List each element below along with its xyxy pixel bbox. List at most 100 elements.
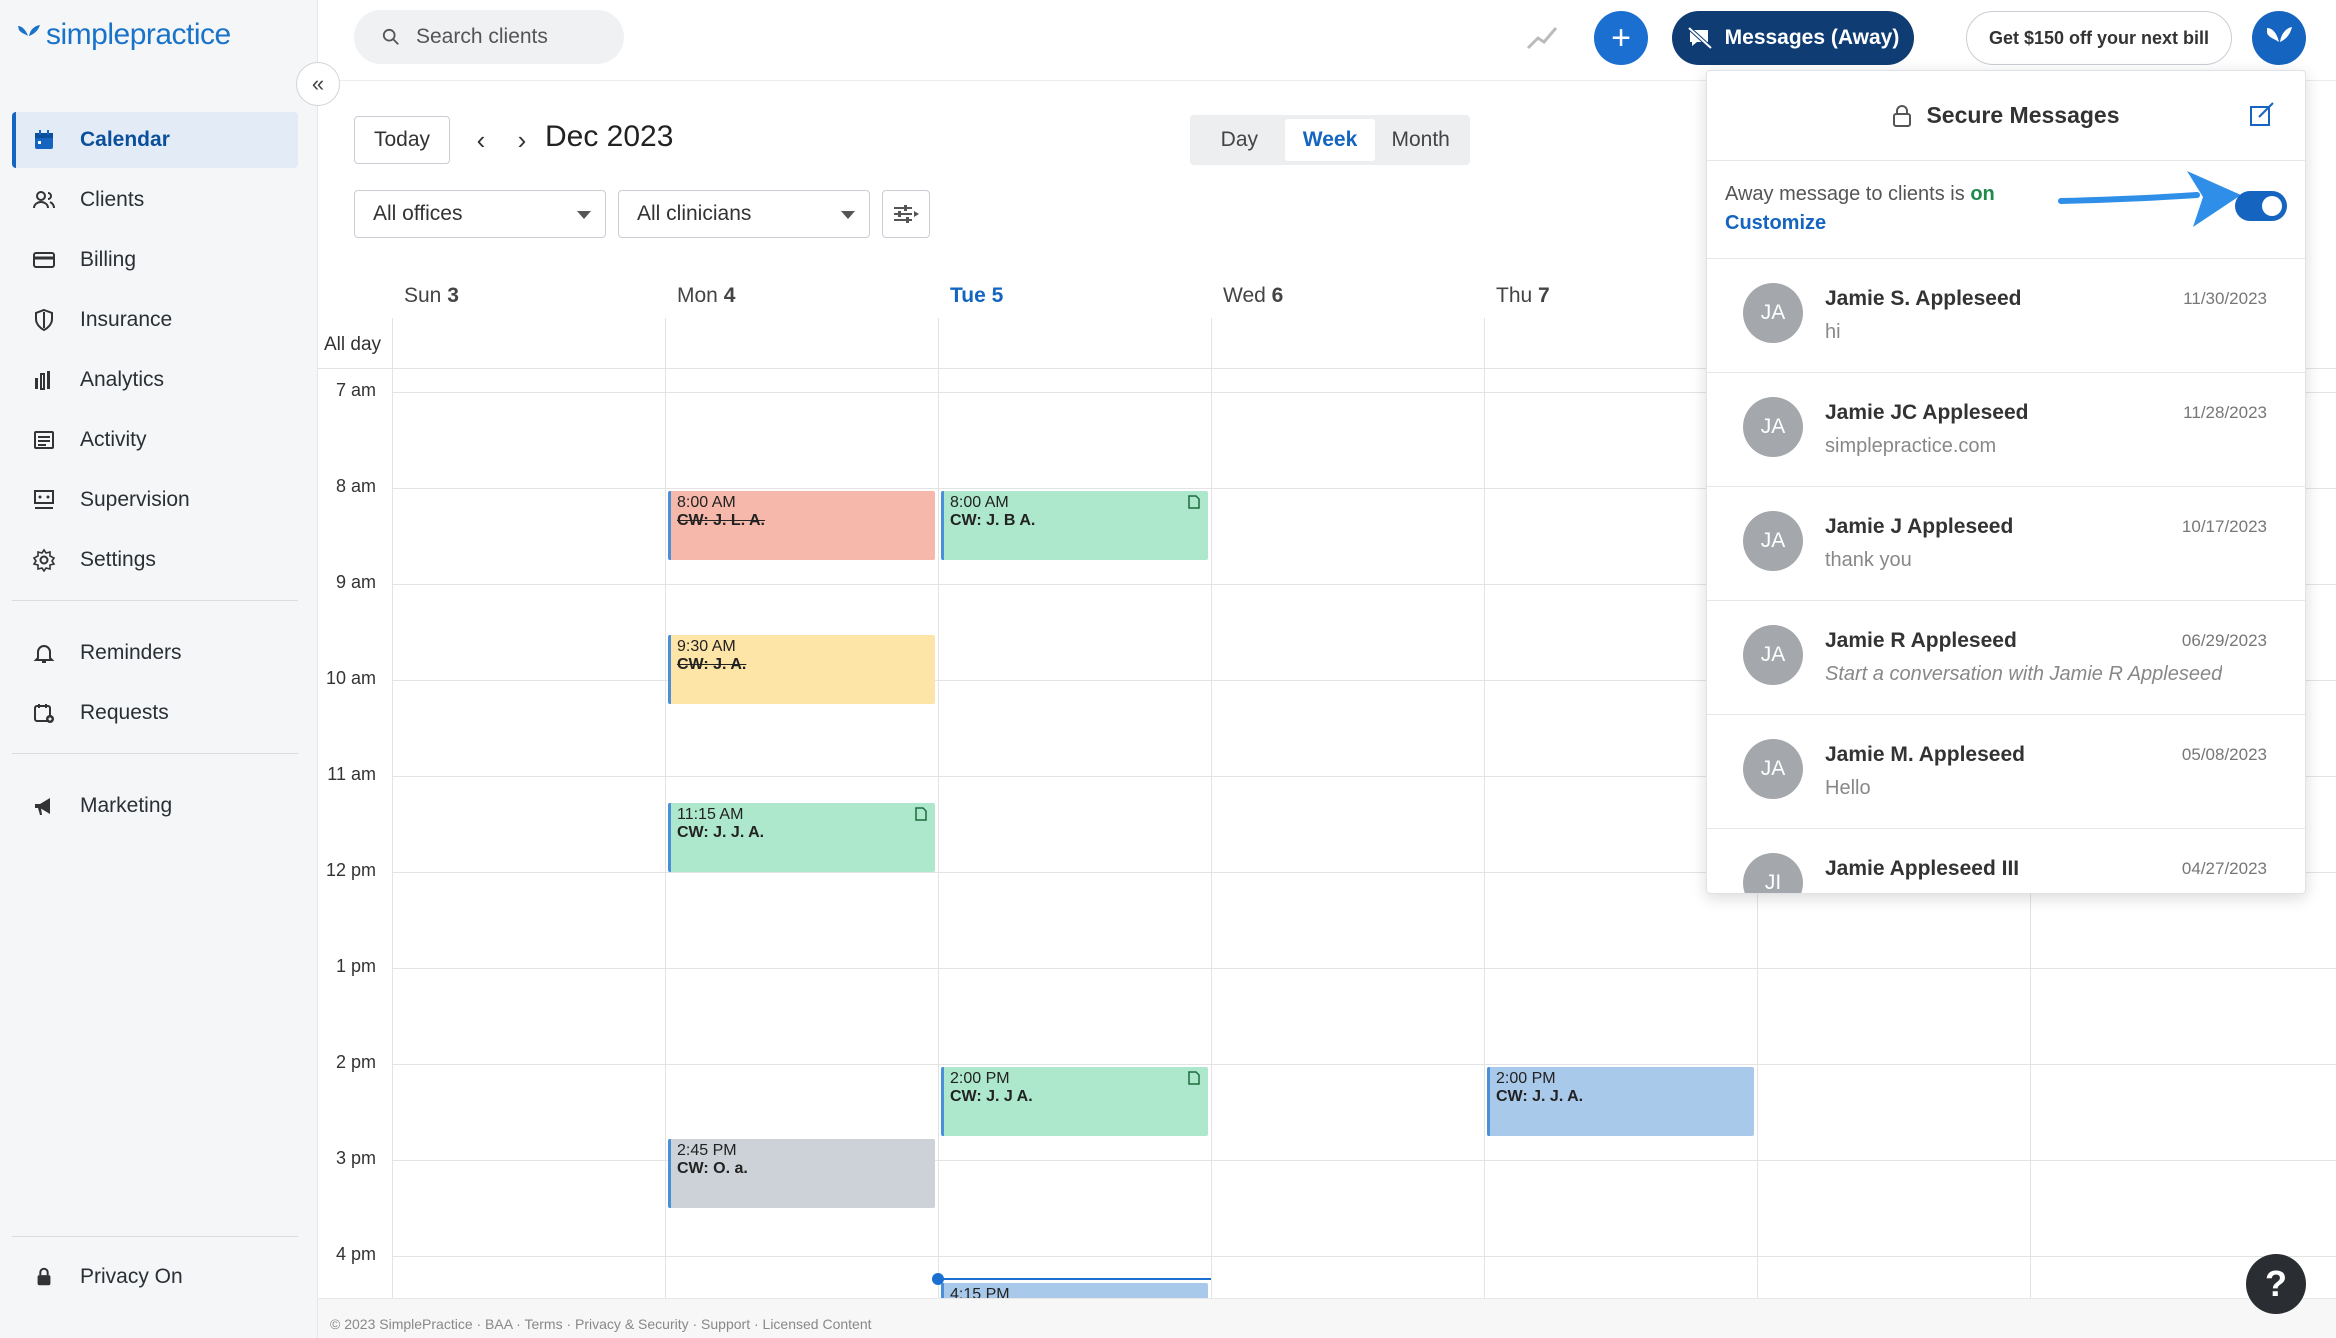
sidebar-item-settings[interactable]: Settings	[12, 532, 298, 588]
shield-icon	[30, 306, 58, 334]
document-icon	[915, 807, 927, 821]
sidebar-item-marketing[interactable]: Marketing	[12, 778, 298, 834]
calendar-icon	[30, 126, 58, 154]
calendar-settings-button[interactable]	[882, 190, 930, 238]
create-new-button[interactable]: +	[1594, 11, 1648, 65]
message-list: JA Jamie S. Appleseed 11/30/2023 hi JA Jamie …	[1707, 259, 2305, 893]
messages-button[interactable]: Messages (Away)	[1672, 11, 1914, 65]
brand-logo[interactable]: simplepractice	[16, 18, 231, 52]
day-name: Mon	[677, 284, 718, 307]
message-thread-item[interactable]: JI Jamie Appleseed III 04/27/2023 Hi Laura,…	[1707, 829, 2305, 893]
message-preview: simplepractice.com	[1825, 435, 1997, 457]
message-thread-item[interactable]: JA Jamie J Appleseed 10/17/2023 thank you	[1707, 487, 2305, 601]
hour-label: 1 pm	[335, 956, 376, 976]
day-column-divider	[392, 318, 393, 1300]
promo-button[interactable]: Get $150 off your next bill	[1966, 11, 2232, 65]
message-sender-name: Jamie R Appleseed	[1825, 629, 2017, 652]
day-header[interactable]: Thu 7	[1496, 284, 1550, 308]
prev-week-button[interactable]: ‹	[465, 124, 497, 156]
message-sender-name: Jamie S. Appleseed	[1825, 287, 2022, 310]
appointment-event[interactable]: 8:00 AM CW: J. B A.	[941, 491, 1208, 560]
day-header[interactable]: Sun 3	[404, 284, 459, 308]
sidebar-item-reminders[interactable]: Reminders	[12, 625, 298, 681]
appointment-event[interactable]: 9:30 AM CW: J. A.	[668, 635, 935, 704]
event-client: CW: J. A.	[677, 656, 747, 673]
search-input[interactable]	[416, 25, 606, 49]
view-tab-day[interactable]: Day	[1194, 119, 1285, 161]
sidebar-item-label: Insurance	[80, 308, 173, 331]
message-thread-item[interactable]: JA Jamie JC Appleseed 11/28/2023 simpleprac…	[1707, 373, 2305, 487]
away-prefix: Away message to clients is	[1725, 183, 1965, 205]
billing-card-icon	[30, 246, 58, 274]
user-avatar-button[interactable]	[2252, 11, 2306, 65]
clinician-filter-value: All clinicians	[637, 202, 752, 225]
hour-label: 9 am	[335, 572, 376, 592]
footer-links[interactable]: © 2023 SimplePractice · BAA · Terms · Pr…	[330, 1316, 872, 1332]
message-thread-item[interactable]: JA Jamie R Appleseed 06/29/2023 Start a con…	[1707, 601, 2305, 715]
sidebar-item-analytics[interactable]: Analytics	[12, 352, 298, 408]
sidebar-item-label: Clients	[80, 188, 145, 211]
sidebar-item-calendar[interactable]: Calendar	[12, 112, 298, 168]
sidebar-item-insurance[interactable]: Insurance	[12, 292, 298, 348]
day-name: Thu	[1496, 284, 1533, 307]
day-number: 5	[991, 284, 1004, 307]
trend-line-icon[interactable]	[1524, 20, 1560, 56]
appointment-event[interactable]: 2:00 PM CW: J. J A.	[941, 1067, 1208, 1136]
away-message-row: Away message to clients is on Customize	[1707, 161, 2305, 259]
message-thread-item[interactable]: JA Jamie M. Appleseed 05/08/2023 Hello	[1707, 715, 2305, 829]
lock-icon	[1893, 104, 1912, 127]
today-button[interactable]: Today	[354, 116, 450, 164]
sidebar-item-activity[interactable]: Activity	[12, 412, 298, 468]
event-time: 2:45 PM	[677, 1142, 737, 1159]
day-header[interactable]: Wed 6	[1223, 284, 1283, 308]
sidebar-item-clients[interactable]: Clients	[12, 172, 298, 228]
message-date: 04/27/2023	[2181, 859, 2267, 878]
secure-messages-panel: Secure Messages Away message to clients …	[1706, 70, 2306, 894]
sidebar-item-label: Billing	[80, 248, 137, 271]
sidebar-item-label: Supervision	[80, 488, 190, 511]
search-bar[interactable]	[354, 10, 624, 64]
document-icon	[1188, 1071, 1200, 1085]
message-thread-item[interactable]: JA Jamie S. Appleseed 11/30/2023 hi	[1707, 259, 2305, 373]
hour-label: 8 am	[335, 476, 376, 496]
appointment-event[interactable]: 8:00 AM CW: J. L. A.	[668, 491, 935, 560]
message-preview: thank you	[1825, 549, 1912, 571]
appointment-event[interactable]: 2:45 PM CW: O. a.	[668, 1139, 935, 1208]
bell-icon	[30, 639, 58, 667]
event-client: CW: J. J. A.	[1496, 1088, 1584, 1105]
collapse-sidebar-button[interactable]: «	[296, 62, 340, 106]
privacy-toggle[interactable]: Privacy On	[12, 1236, 298, 1316]
sidebar-item-label: Reminders	[80, 641, 182, 664]
help-button[interactable]: ?	[2246, 1254, 2306, 1314]
current-time-line	[938, 1278, 1211, 1280]
brand-name: simplepractice	[46, 18, 231, 51]
day-name: Tue	[950, 284, 986, 307]
day-number: 3	[447, 284, 459, 307]
view-tab-week[interactable]: Week	[1284, 119, 1376, 161]
activity-list-icon	[30, 426, 58, 454]
sidebar-nav: Calendar Clients Billing Insurance Analytics…	[12, 112, 298, 838]
sidebar-item-billing[interactable]: Billing	[12, 232, 298, 288]
compose-icon[interactable]	[2249, 101, 2275, 127]
next-week-button[interactable]: ›	[506, 124, 538, 156]
lock-icon	[30, 1263, 58, 1291]
appointment-event[interactable]: 2:00 PM CW: J. J. A.	[1487, 1067, 1754, 1136]
view-tab-month[interactable]: Month	[1375, 119, 1466, 161]
message-preview: Hi Laura, would I be able to meet with y…	[1825, 891, 2220, 893]
hour-divider	[392, 968, 2336, 969]
appointment-event[interactable]: 11:15 AM CW: J. J. A.	[668, 803, 935, 872]
sidebar-item-requests[interactable]: Requests	[12, 685, 298, 741]
sidebar-item-supervision[interactable]: Supervision	[12, 472, 298, 528]
day-header[interactable]: Mon 4	[677, 284, 735, 308]
caret-down-icon	[841, 211, 855, 219]
day-header[interactable]: Tue 5	[950, 284, 1003, 308]
all-day-label: All day	[324, 334, 382, 355]
sidebar-item-label: Calendar	[80, 128, 170, 151]
clinician-filter-dropdown[interactable]: All clinicians	[618, 190, 870, 238]
gear-icon	[30, 546, 58, 574]
privacy-label: Privacy On	[80, 1264, 183, 1288]
away-message-toggle[interactable]	[2235, 191, 2287, 221]
hour-label: 4 pm	[335, 1244, 376, 1264]
promo-label: Get $150 off your next bill	[1988, 27, 2210, 48]
office-filter-dropdown[interactable]: All offices	[354, 190, 606, 238]
